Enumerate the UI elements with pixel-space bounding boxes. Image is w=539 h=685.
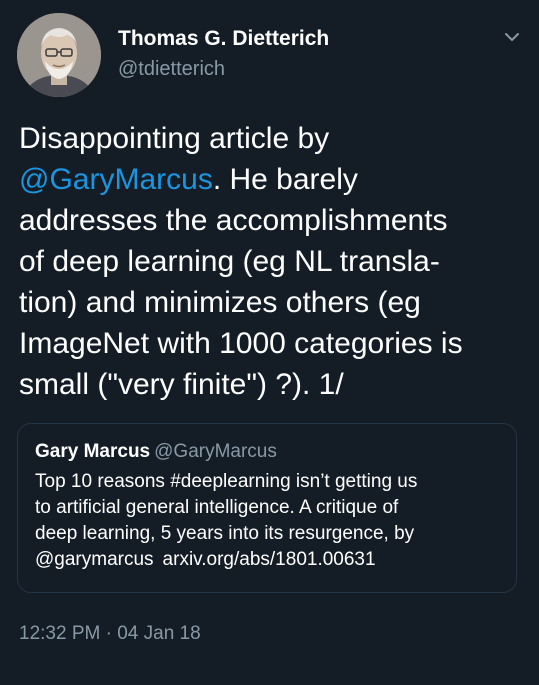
quoted-link: arxiv.org/abs/1801.00631 bbox=[162, 549, 376, 570]
author-info[interactable]: Thomas G. Dietterich @tdietterich bbox=[118, 26, 329, 82]
quoted-author-name: Gary Marcus bbox=[35, 441, 151, 462]
tweet-menu-button[interactable] bbox=[501, 26, 523, 48]
tweet-timestamp: 12:32 PM · 04 Jan 18 bbox=[19, 623, 201, 644]
tweet-detail: Thomas G. Dietterich @tdietterich Disapp… bbox=[0, 0, 539, 685]
quoted-author-handle: @GaryMarcus bbox=[154, 441, 277, 462]
tweet-text-line: ImageNet with 1000 categories is bbox=[19, 327, 463, 360]
quoted-tweet-text: Top 10 reasons #deeplearning isn’t getti… bbox=[35, 469, 505, 573]
tweet-text-fragment: . He barely bbox=[212, 163, 358, 196]
quoted-text-line: to artificial general intelligence. A cr… bbox=[35, 497, 399, 518]
author-display-name[interactable]: Thomas G. Dietterich bbox=[118, 26, 329, 52]
quoted-text-line: Top 10 reasons #deeplearning isn’t getti… bbox=[35, 471, 418, 492]
quoted-text-line: deep learning, 5 years into its resurgen… bbox=[35, 523, 415, 544]
author-handle[interactable]: @tdietterich bbox=[118, 56, 329, 82]
tweet-text-line: @GaryMarcus. He barely bbox=[19, 159, 529, 200]
tweet-text-line: tion) and minimizes others (eg bbox=[19, 286, 421, 319]
quoted-text-line: @garymarcus arxiv.org/abs/1801.00631 bbox=[35, 547, 505, 573]
tweet-text-line: addresses the accomplishments bbox=[19, 204, 448, 237]
tweet-text-line: Disappointing article by bbox=[19, 122, 330, 155]
quoted-tweet-header: Gary Marcus @GaryMarcus bbox=[35, 440, 277, 464]
tweet-text: Disappointing article by @GaryMarcus. He… bbox=[19, 118, 529, 405]
chevron-down-icon bbox=[505, 33, 519, 41]
avatar[interactable] bbox=[17, 13, 101, 97]
tweet-text-line: of deep learning (eg NL transla- bbox=[19, 245, 440, 278]
mention-link[interactable]: @GaryMarcus bbox=[19, 163, 213, 196]
avatar-photo bbox=[17, 13, 101, 97]
tweet-text-line: small ("very finite") ?). 1/ bbox=[19, 368, 344, 401]
quoted-mention: @garymarcus bbox=[35, 549, 154, 570]
quoted-tweet-card[interactable]: Gary Marcus @GaryMarcus Top 10 reasons #d… bbox=[17, 423, 517, 593]
